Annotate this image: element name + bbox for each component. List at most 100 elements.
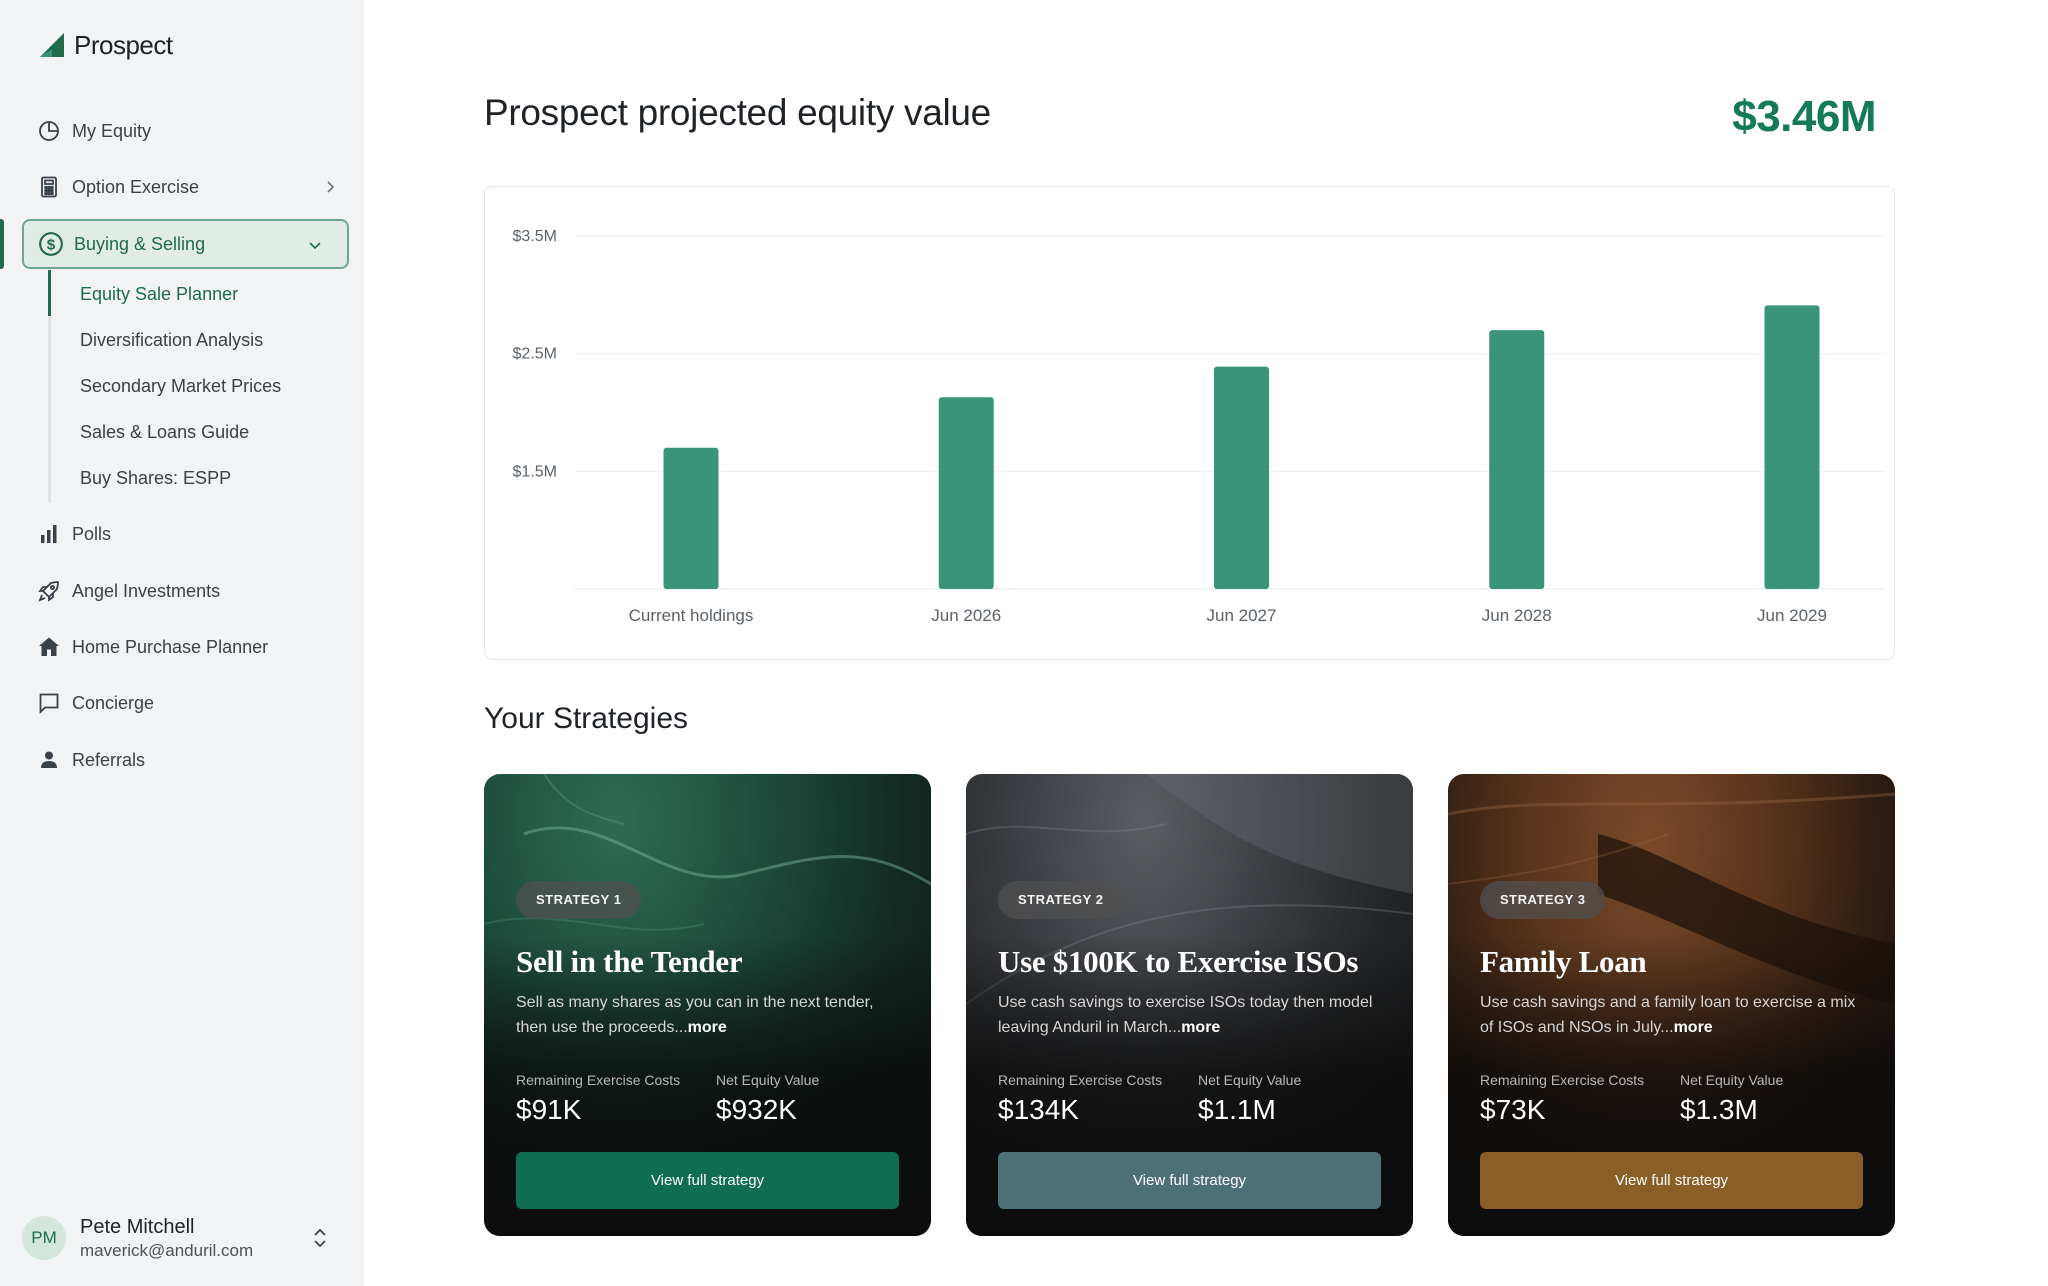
strategies-list: STRATEGY 1 Sell in the Tender Sell as ma…: [484, 774, 1895, 1236]
person-icon: [36, 747, 62, 773]
strategy-card-1[interactable]: STRATEGY 1 Sell in the Tender Sell as ma…: [484, 774, 931, 1236]
subnav-item-buy-shares-espp[interactable]: Buy Shares: ESPP: [80, 463, 231, 493]
calculator-icon: [36, 174, 62, 200]
more-link[interactable]: more: [1181, 1019, 1220, 1036]
sidebar-item-label: Concierge: [72, 692, 155, 713]
user-info: Pete Mitchell maverick@anduril.com: [80, 1216, 253, 1261]
x-tick-label: Jun 2028: [1482, 606, 1552, 625]
subnav-item-secondary-market-prices[interactable]: Secondary Market Prices: [80, 371, 281, 401]
strategy-description: Sell as many shares as you can in the ne…: [516, 990, 906, 1040]
chevron-up-down-icon: [314, 1228, 326, 1248]
strategies-heading: Your Strategies: [484, 702, 689, 735]
bar[interactable]: [663, 447, 719, 589]
sidebar-item-polls[interactable]: Polls: [36, 514, 111, 554]
metric-label: Net Equity Value: [716, 1072, 820, 1088]
metric-value: $932K: [716, 1094, 797, 1125]
prospect-logo-icon: [40, 32, 64, 57]
sidebar-item-angel-investments[interactable]: Angel Investments: [36, 571, 220, 611]
remaining-exercise-costs: Remaining Exercise Costs $134K: [998, 1072, 1162, 1126]
sidebar-item-label: Referrals: [72, 749, 146, 770]
sidebar-item-buying-selling[interactable]: $ Buying & Selling: [22, 219, 349, 269]
metric-value: $91K: [516, 1094, 582, 1125]
subnav-item-diversification-analysis[interactable]: Diversification Analysis: [80, 325, 263, 355]
metric-value: $1.3M: [1680, 1094, 1758, 1125]
sidebar-item-label: Angel Investments: [72, 580, 221, 601]
rocket-icon: [36, 578, 62, 604]
strategy-badge: STRATEGY 1: [516, 881, 642, 919]
remaining-exercise-costs: Remaining Exercise Costs $73K: [1480, 1072, 1644, 1126]
home-icon: [36, 634, 62, 660]
x-tick-label: Current holdings: [629, 606, 754, 625]
net-equity-value: Net Equity Value $1.1M: [1198, 1072, 1301, 1126]
bar-chart-icon: [36, 521, 62, 547]
y-tick-label: $1.5M: [513, 463, 557, 480]
chevron-down-icon: [309, 242, 321, 250]
bar[interactable]: [1489, 330, 1545, 589]
sidebar-item-label: Option Exercise: [72, 176, 200, 197]
metric-label: Remaining Exercise Costs: [516, 1072, 681, 1088]
user-account-menu[interactable]: PM Pete Mitchell maverick@anduril.com: [22, 1212, 342, 1264]
page-title: Prospect projected equity value: [484, 92, 991, 133]
sidebar-item-option-exercise[interactable]: Option Exercise: [36, 167, 336, 207]
sidebar-item-home-purchase-planner[interactable]: Home Purchase Planner: [36, 627, 268, 667]
app-logo[interactable]: Prospect: [38, 30, 173, 61]
avatar: PM: [22, 1216, 66, 1260]
view-full-strategy-button[interactable]: View full strategy: [516, 1152, 899, 1209]
net-equity-value: Net Equity Value $1.3M: [1680, 1072, 1783, 1126]
strategy-badge: STRATEGY 3: [1480, 881, 1606, 919]
metric-value: $1.1M: [1198, 1094, 1276, 1125]
x-tick-label: Jun 2029: [1757, 606, 1827, 625]
strategy-description-text: Use cash savings and a family loan to ex…: [1480, 994, 1856, 1036]
y-tick-label: $2.5M: [513, 346, 557, 363]
bar[interactable]: [1764, 305, 1820, 589]
sidebar-item-label: My Equity: [72, 120, 152, 141]
remaining-exercise-costs: Remaining Exercise Costs $91K: [516, 1072, 680, 1126]
view-full-strategy-button[interactable]: View full strategy: [1480, 1152, 1863, 1209]
metric-value: $73K: [1480, 1094, 1546, 1125]
x-tick-label: Jun 2026: [931, 606, 1001, 625]
subnav-active-indicator: [48, 270, 51, 316]
strategy-title: Sell in the Tender: [516, 944, 743, 979]
sidebar-item-label: Buying & Selling: [74, 233, 206, 254]
chevron-right-icon: [327, 181, 335, 193]
sidebar-item-referrals[interactable]: Referrals: [36, 740, 145, 780]
metric-label: Net Equity Value: [1680, 1072, 1784, 1088]
pie-chart-icon: [36, 118, 62, 144]
dollar-circle-icon: $: [38, 231, 64, 257]
more-link[interactable]: more: [1674, 1019, 1713, 1036]
user-name: Pete Mitchell: [80, 1215, 195, 1238]
y-tick-label: $3.5M: [513, 228, 557, 245]
more-link[interactable]: more: [688, 1019, 727, 1036]
metric-label: Remaining Exercise Costs: [1480, 1072, 1645, 1088]
net-equity-value: Net Equity Value $932K: [716, 1072, 819, 1126]
strategy-description: Use cash savings to exercise ISOs today …: [998, 990, 1388, 1040]
sidebar-item-my-equity[interactable]: My Equity: [36, 111, 151, 151]
subnav-item-sales-loans-guide[interactable]: Sales & Loans Guide: [80, 417, 249, 447]
user-email: maverick@anduril.com: [80, 1240, 254, 1260]
sidebar-item-label: Polls: [72, 523, 112, 544]
equity-chart-card: $3.5M $2.5M $1.5M Current holdings Jun 2026 J…: [484, 186, 1895, 660]
strategy-card-2[interactable]: STRATEGY 2 Use $100K to Exercise ISOs Us…: [966, 774, 1413, 1236]
strategy-card-3[interactable]: STRATEGY 3 Family Loan Use cash savings …: [1448, 774, 1895, 1236]
x-tick-label: Jun 2027: [1207, 606, 1277, 625]
sidebar-item-label: Home Purchase Planner: [72, 636, 269, 657]
metric-label: Remaining Exercise Costs: [998, 1072, 1163, 1088]
strategy-title: Use $100K to Exercise ISOs: [998, 944, 1359, 979]
metric-label: Net Equity Value: [1198, 1072, 1302, 1088]
bar[interactable]: [1214, 366, 1269, 589]
chat-icon: [36, 690, 62, 716]
strategy-description: Use cash savings and a family loan to ex…: [1480, 990, 1870, 1040]
view-full-strategy-button[interactable]: View full strategy: [998, 1152, 1381, 1209]
strategy-badge: STRATEGY 2: [998, 881, 1124, 919]
sidebar: Prospect My Equity Option Exercise $ Buy…: [0, 0, 364, 1286]
strategy-title: Family Loan: [1480, 944, 1647, 979]
bar[interactable]: [938, 397, 994, 589]
equity-bar-chart: $3.5M $2.5M $1.5M Current holdings Jun 2026 J…: [513, 228, 1885, 625]
sidebar-item-concierge[interactable]: Concierge: [36, 683, 154, 723]
metric-value: $134K: [998, 1094, 1079, 1125]
subnav-item-equity-sale-planner[interactable]: Equity Sale Planner: [80, 279, 238, 309]
svg-text:$: $: [47, 236, 56, 253]
app-name: Prospect: [74, 30, 173, 60]
projected-total-value: $3.46M: [1732, 92, 1876, 141]
active-indicator: [0, 219, 4, 269]
